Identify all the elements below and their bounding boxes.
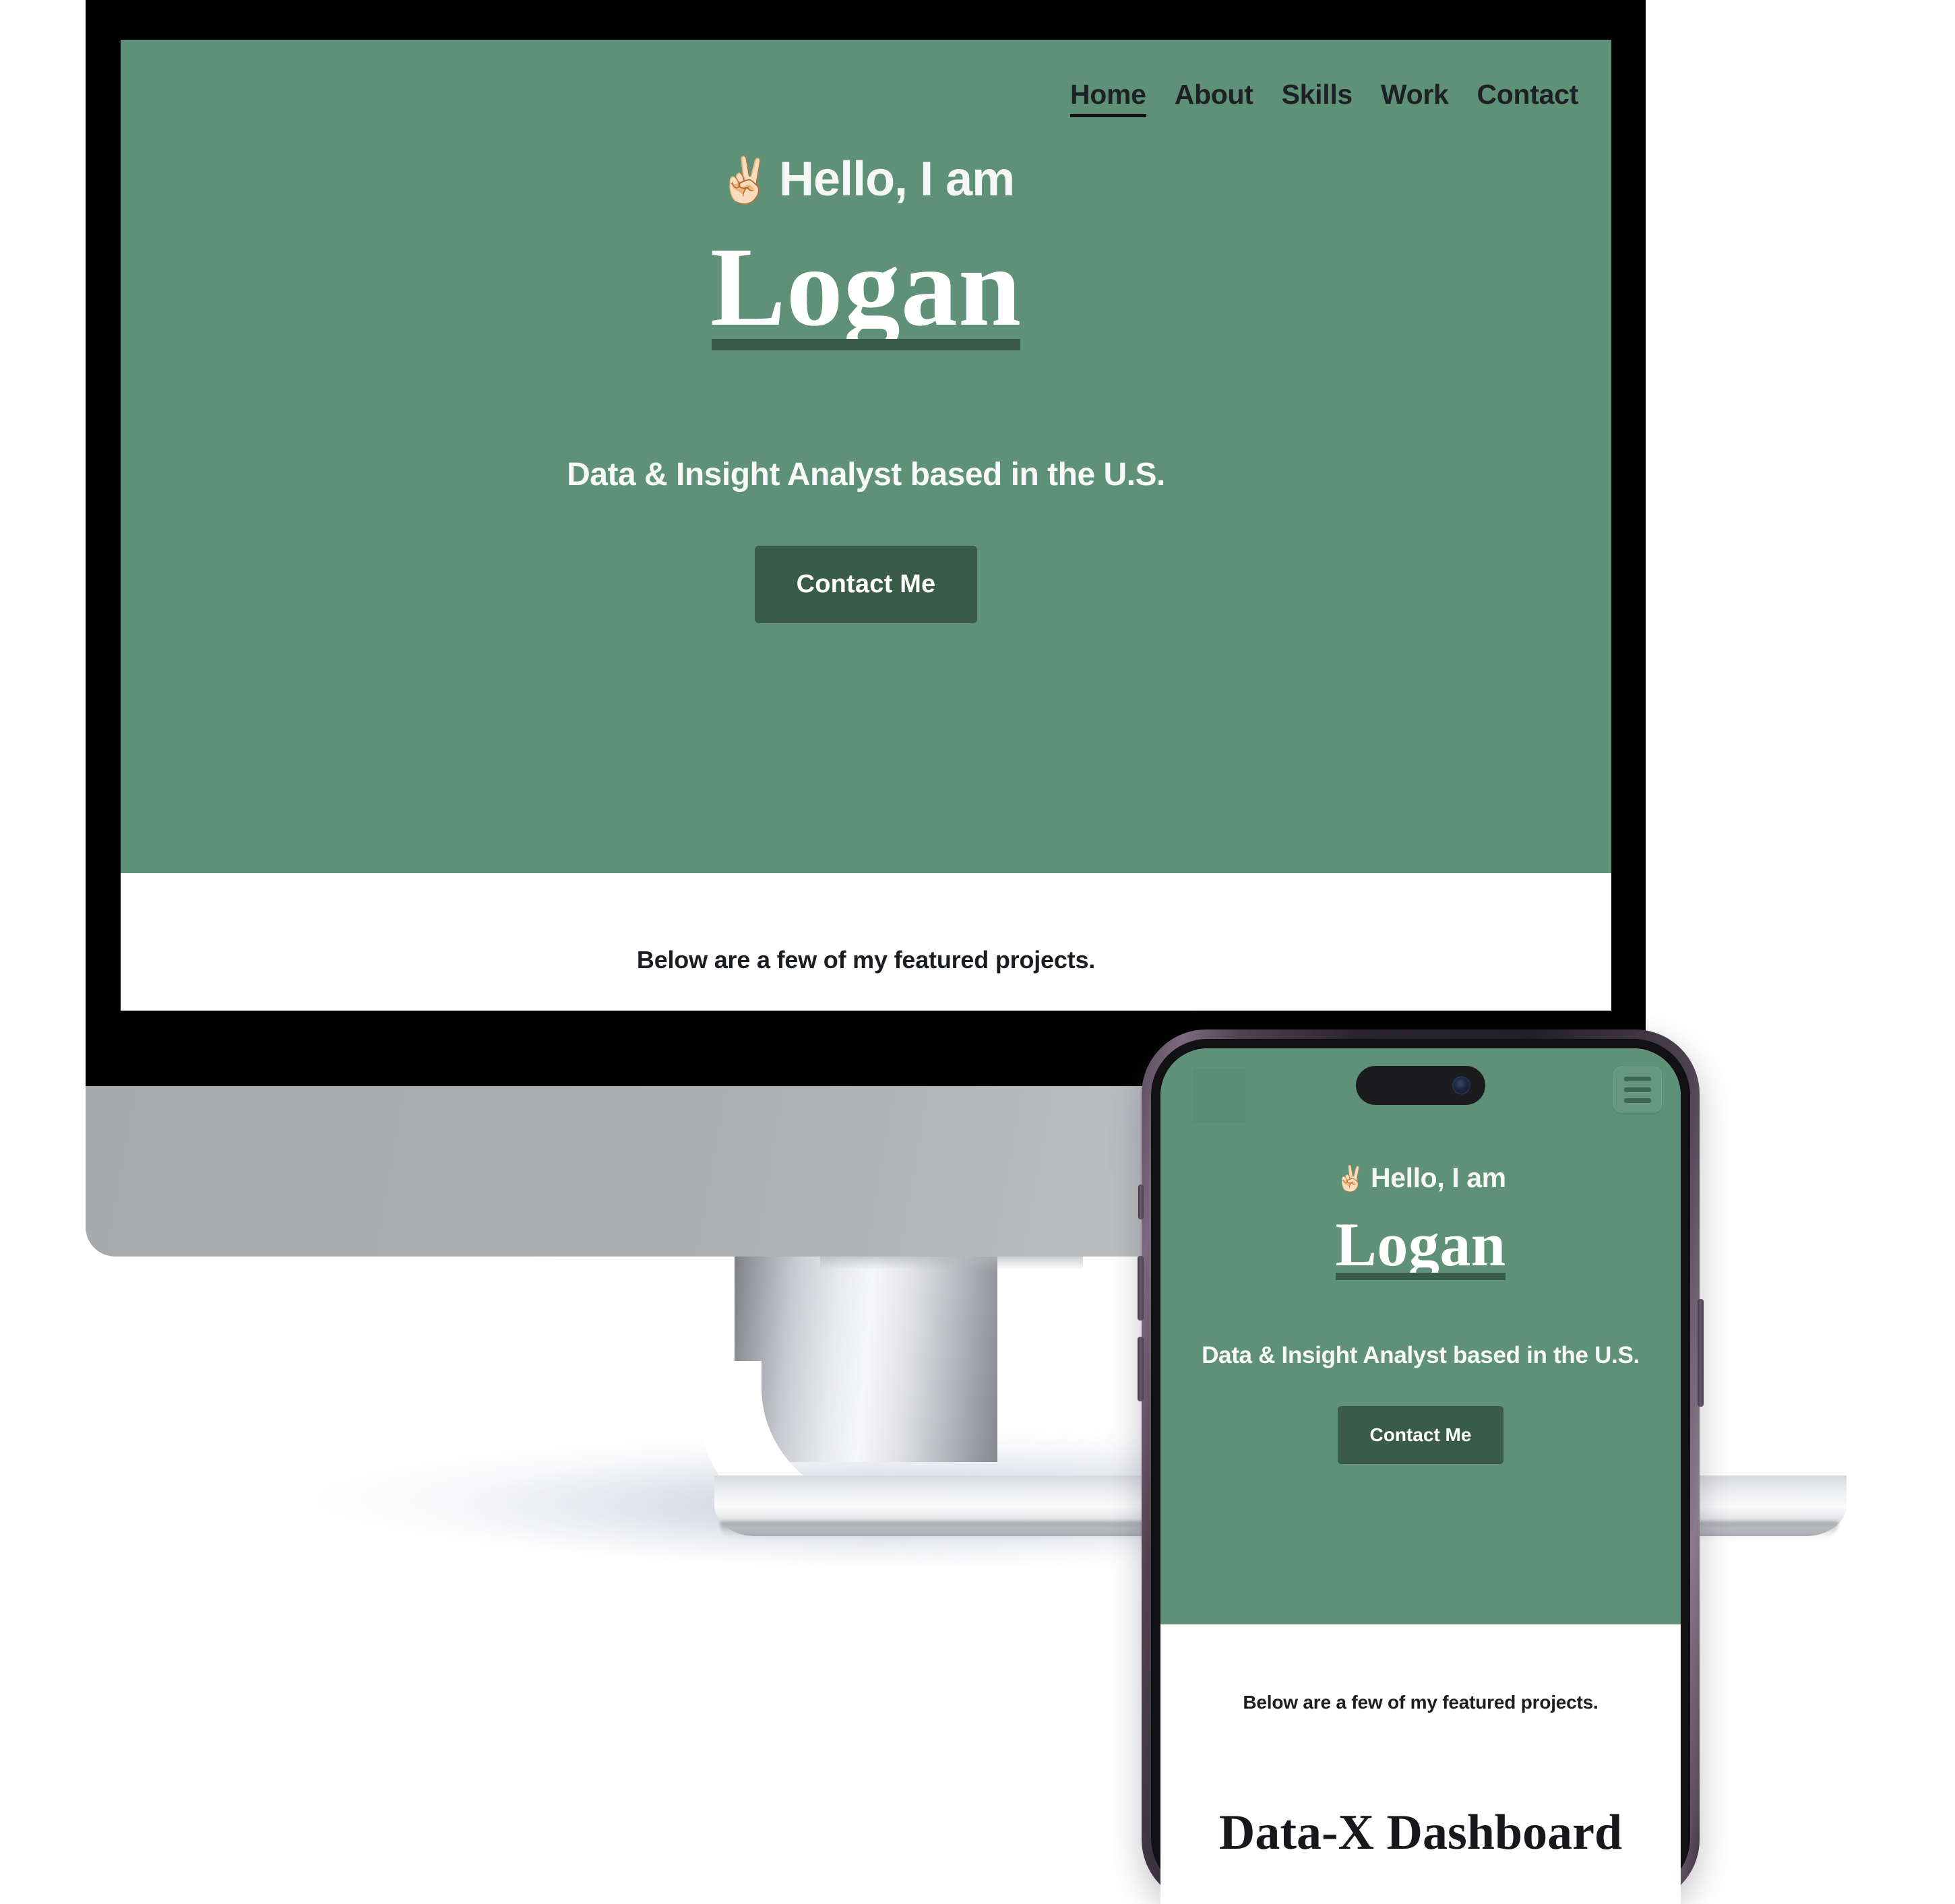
mobile-projects-section: Below are a few of my featured projects.… [1160, 1624, 1681, 1904]
desktop-contact-me-button[interactable]: Contact Me [754, 545, 978, 623]
iphone-device: ✌🏻 Hello, I am Logan Data & Insight Analy… [1138, 1029, 1704, 1904]
mobile-projects-intro: Below are a few of my featured projects. [1243, 1692, 1599, 1713]
phone-volume-down-button[interactable] [1138, 1337, 1144, 1401]
mobile-name-wrapper: Logan [1160, 1192, 1681, 1322]
desktop-hero-content: ✌🏻 Hello, I am Logan Data & Insight Analy… [121, 40, 1611, 623]
mobile-greeting: ✌🏻 Hello, I am [1160, 1164, 1681, 1192]
mobile-first-project-title: Data-X Dashboard [1218, 1805, 1623, 1860]
desktop-screen: Home About Skills Work Contact ✌🏻 Hello, … [121, 40, 1611, 1011]
desktop-hero-tagline: Data & Insight Analyst based in the U.S. [567, 456, 1165, 493]
mobile-hero-section: ✌🏻 Hello, I am Logan Data & Insight Analy… [1160, 1048, 1681, 1624]
desktop-greeting-text: Hello, I am [779, 152, 1015, 206]
mobile-hero-tagline: Data & Insight Analyst based in the U.S. [1202, 1341, 1640, 1368]
desktop-projects-intro: Below are a few of my featured projects. [636, 946, 1096, 974]
desktop-greeting: ✌🏻 Hello, I am [121, 155, 1611, 203]
mobile-hero-name: Logan [1335, 1210, 1506, 1280]
phone-volume-up-button[interactable] [1138, 1256, 1144, 1321]
mobile-contact-me-button[interactable]: Contact Me [1337, 1406, 1504, 1465]
peace-hand-icon: ✌🏻 [717, 155, 773, 205]
desktop-hero-name: Logan [710, 224, 1022, 350]
phone-silence-switch[interactable] [1138, 1184, 1144, 1219]
desktop-name-wrapper: Logan [121, 203, 1611, 426]
desktop-hero-section: Home About Skills Work Contact ✌🏻 Hello, … [121, 40, 1611, 873]
peace-hand-icon-mobile: ✌🏻 [1335, 1165, 1366, 1193]
phone-power-button[interactable] [1698, 1299, 1704, 1407]
desktop-projects-section: Below are a few of my featured projects. [121, 873, 1611, 1011]
mobile-hero-content: ✌🏻 Hello, I am Logan Data & Insight Analy… [1160, 1048, 1681, 1465]
mobile-greeting-text: Hello, I am [1371, 1162, 1506, 1193]
mobile-screen: ✌🏻 Hello, I am Logan Data & Insight Analy… [1160, 1048, 1681, 1904]
device-mockup-scene: Home About Skills Work Contact ✌🏻 Hello, … [0, 0, 1955, 1904]
